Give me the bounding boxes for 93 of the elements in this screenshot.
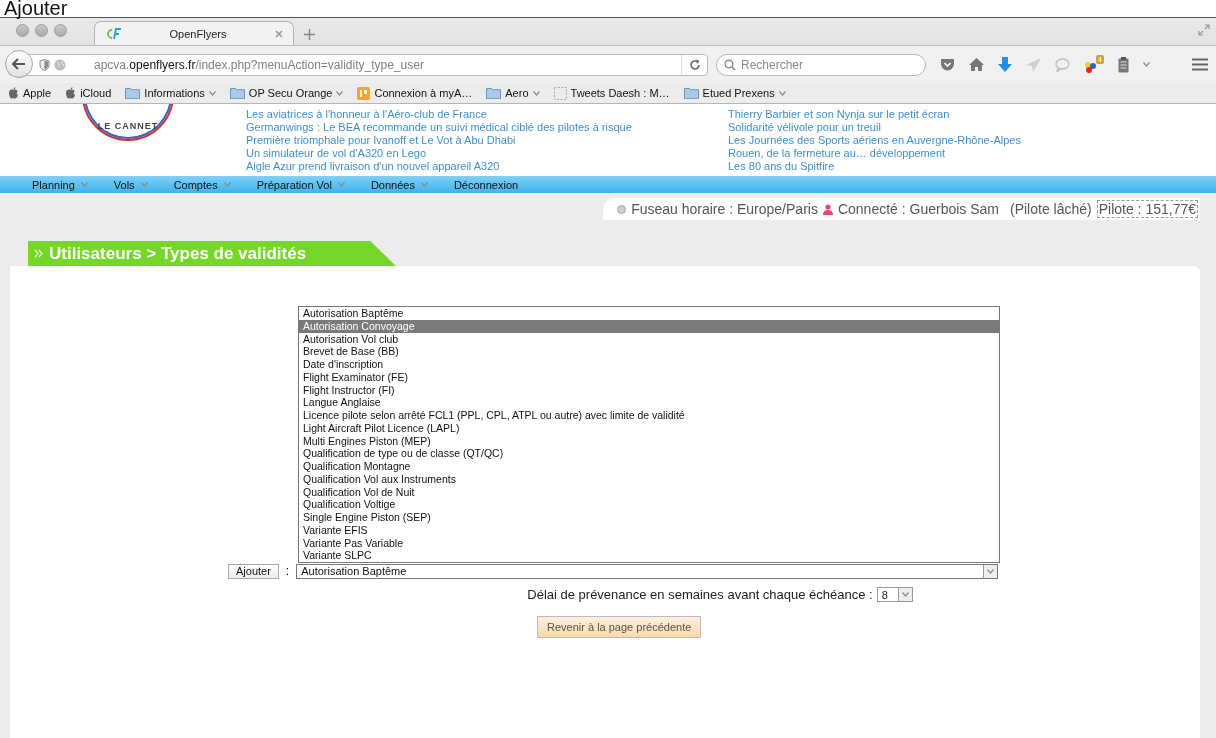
bookmark-item[interactable]: iCloud [65, 87, 112, 99]
list-option[interactable]: Flight Examinator (FE) [299, 370, 999, 384]
list-option[interactable]: Light Aircraft Pilot Licence (LAPL) [299, 421, 999, 435]
double-chevron-icon [34, 249, 44, 258]
list-option[interactable]: Qualification Vol de Nuit [299, 485, 999, 499]
validity-type-list[interactable] [298, 306, 1000, 563]
download-icon[interactable] [998, 57, 1012, 72]
notice-label: Délai de prévenance en semaines avant chaque échéance : [527, 587, 873, 602]
menu-item[interactable]: Préparation Vol [256, 178, 345, 191]
list-option[interactable]: Qualification Voltige [299, 498, 999, 511]
home-icon[interactable] [969, 58, 984, 71]
app-icon [357, 86, 371, 100]
folder-icon [683, 87, 699, 99]
news-link[interactable]: Un simulateur de vol d'A320 en Lego [246, 147, 632, 160]
back-arrow-icon [12, 57, 26, 70]
timezone-text: Fuseau horaire : Europe/Paris [631, 201, 818, 217]
weeks-select[interactable]: 8 [876, 587, 913, 602]
list-option[interactable]: Licence pilote selon arrêté FCL1 (PPL, CPL, ATPL ou autre) avec limite de validité [299, 409, 999, 422]
menu-item[interactable]: Déconnexion [453, 178, 519, 191]
url-text: apcva.openflyers.fr/index.php?menuAction=validity_type_user [94, 57, 425, 72]
bookmark-item[interactable]: Aero [486, 87, 540, 99]
caret-icon [987, 568, 995, 574]
page-icon [553, 86, 567, 100]
list-option[interactable]: Qualification Vol aux Instruments [299, 472, 999, 486]
fullscreen-icon[interactable] [1198, 24, 1210, 36]
shield-icon [39, 58, 50, 71]
news-link[interactable]: Solidarité vélivole pour un treuil [728, 121, 1021, 134]
list-option[interactable]: Autorisation Convoyage [299, 319, 999, 333]
bookmark-item[interactable]: Informations [125, 87, 216, 99]
separator-text: : [285, 564, 290, 578]
news-link[interactable]: Germanwings : Le BEA recommande un suivi médical ciblé des pilotes à risque [246, 121, 632, 134]
bookmark-item[interactable]: Tweets Daesh : M… [553, 86, 670, 100]
folder-icon [125, 87, 141, 99]
list-option[interactable]: Autorisation Baptême [299, 307, 999, 320]
news-link[interactable]: Thierry Barbier et son Nynja sur le petit écran [728, 108, 1021, 121]
list-option[interactable]: Variante SLPC [299, 549, 999, 562]
browser-tab[interactable]: OpenFlyers [94, 21, 294, 45]
zoom-window-button[interactable] [54, 24, 67, 37]
validity-type-select[interactable]: Autorisation Baptême [296, 563, 999, 579]
address-bar[interactable]: apcva.openflyers.fr/index.php?menuAction=validity_type_user [8, 53, 708, 76]
folder-icon [486, 87, 502, 99]
search-field[interactable]: Rechercher [716, 53, 926, 76]
news-link[interactable]: Les Journées des Sports aériens en Auvergne-Rhône-Alpes [728, 134, 1021, 147]
site-logo-icon [105, 27, 121, 40]
club-logo: LE CANNET [82, 104, 174, 141]
apple-icon [8, 87, 19, 99]
search-icon [724, 58, 736, 71]
menu-item[interactable]: Données [370, 178, 428, 191]
role-text: (Pilote lâché) [1010, 201, 1092, 217]
new-tab-icon[interactable] [304, 29, 315, 40]
list-option[interactable]: Qualification de type ou de classe (QT/QC) [299, 447, 999, 460]
news-link[interactable]: Aigle Azur prend livraison d'un nouvel appareil A320 [246, 160, 632, 173]
close-icon[interactable] [275, 29, 283, 38]
news-link[interactable]: Les aviatrices à l'honneur à l'Aéro-club de France [246, 108, 632, 121]
page-heading: Utilisateurs > Types de validités [49, 243, 307, 264]
reload-icon [688, 58, 701, 71]
back-to-previous-page-button[interactable]: Revenir à la page précédente [537, 616, 702, 638]
list-option[interactable]: Variante Pas Variable [299, 536, 999, 550]
bookmark-item[interactable]: OP Secu Orange [229, 87, 344, 99]
user-text: Connecté : Guerbois Sam [837, 201, 999, 217]
caret-icon [1143, 62, 1150, 67]
list-option[interactable]: Variante EFIS [299, 523, 999, 537]
pocket-icon[interactable] [940, 57, 955, 72]
list-option[interactable]: Multi Engines Piston (MEP) [299, 434, 999, 448]
menu-icon[interactable] [1192, 58, 1208, 71]
news-link[interactable]: Rouen, de la fermeture au… développement [728, 147, 1021, 160]
news-link[interactable]: Première triomphale pour Ivanoff et Le Vot à Abu Dhabi [246, 134, 632, 147]
bookmark-item[interactable]: Etued Prexens [683, 87, 786, 99]
minimize-window-button[interactable] [35, 24, 48, 37]
close-window-button[interactable] [16, 24, 29, 37]
bookmark-item[interactable]: Apple [8, 87, 52, 99]
menu-item[interactable]: Comptes [173, 178, 231, 191]
list-option[interactable]: Autorisation Vol club [299, 332, 999, 346]
menu-item[interactable]: Vols [113, 178, 148, 191]
add-button[interactable]: Ajouter [228, 563, 279, 579]
list-option[interactable]: Brevet de Base (BB) [299, 345, 999, 358]
list-option[interactable]: Qualification Montagne [299, 460, 999, 473]
apple-icon [65, 87, 77, 99]
bookmark-item[interactable]: Connexion à myA… [357, 86, 473, 100]
news-link[interactable]: Les 80 ans du Spitfire [728, 160, 1021, 173]
caret-icon [901, 592, 909, 597]
list-option[interactable]: Date d'inscription [299, 358, 999, 371]
list-option[interactable]: Single Engine Piston (SEP) [299, 511, 999, 524]
list-option[interactable]: Langue Anglaise [299, 396, 999, 409]
back-button[interactable] [5, 49, 33, 78]
menu-item[interactable]: Planning [32, 178, 88, 191]
chat-bubble-icon[interactable] [1055, 57, 1070, 72]
person-icon [822, 203, 833, 215]
list-option[interactable]: Flight Instructor (FI) [299, 383, 999, 397]
balance-text: Pilote : 151,77€ [1096, 200, 1198, 218]
folder-icon [229, 87, 245, 99]
clipboard-icon[interactable] [1118, 56, 1129, 73]
dropdown-caret-icon[interactable] [1143, 62, 1150, 67]
